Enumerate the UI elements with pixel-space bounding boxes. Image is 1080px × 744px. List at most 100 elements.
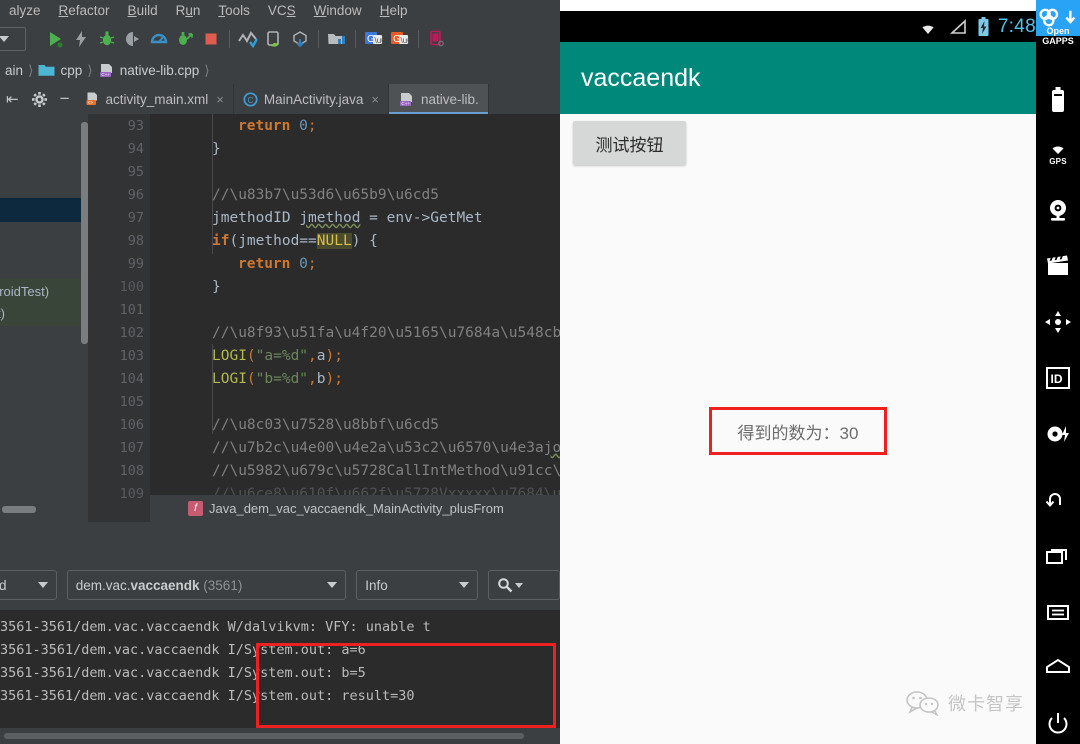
app-content-area[interactable]: 测试按钮 得到的数为：30 微卡智享 xyxy=(560,114,1036,744)
debug-button[interactable] xyxy=(94,26,120,52)
project-tree-scrollbar[interactable] xyxy=(81,122,88,344)
logcat-process-label: dem.vac.vaccaendk (3561) xyxy=(75,577,243,593)
menu-item-run[interactable]: Run xyxy=(167,0,210,22)
sync-gradle-button[interactable] xyxy=(235,26,261,52)
dpad-icon xyxy=(1045,311,1071,333)
rail-back-button[interactable] xyxy=(1036,478,1080,522)
profiler-button[interactable] xyxy=(146,26,172,52)
avd-manager-button[interactable] xyxy=(261,26,287,52)
line-number: 100 xyxy=(119,279,144,295)
tab-native-lib-cpp[interactable]: C++ native-lib. xyxy=(389,84,489,114)
rail-recents-button[interactable] xyxy=(1036,534,1080,578)
breadcrumb-item-cpp[interactable]: cpp xyxy=(33,56,87,84)
apply-changes-button[interactable] xyxy=(68,26,94,52)
rail-id-button[interactable]: ID xyxy=(1036,356,1080,400)
line-number: 103 xyxy=(119,348,144,364)
project-tree-item-androidtest[interactable]: droidTest) xyxy=(0,284,49,299)
java-class-icon: C xyxy=(243,91,258,107)
minimize-icon[interactable]: − xyxy=(60,90,70,107)
code-line-93: return 0; xyxy=(238,118,317,134)
chevron-down-icon-2 xyxy=(327,582,338,588)
rail-camera-button[interactable] xyxy=(1036,188,1080,232)
logcat-hscrollbar-thumb[interactable] xyxy=(4,733,524,739)
run-button[interactable] xyxy=(42,26,68,52)
wechat-icon xyxy=(906,691,939,716)
test-button[interactable]: 测试按钮 xyxy=(573,121,686,165)
project-tree-selected-row[interactable] xyxy=(0,198,88,222)
recents-icon xyxy=(1046,549,1067,564)
editor-breadcrumb-status[interactable]: f Java_dem_vac_vaccaendk_MainActivity_pl… xyxy=(150,495,560,522)
result-text: 得到的数为：30 xyxy=(737,423,859,443)
collapse-all-icon[interactable]: ⇤ xyxy=(6,90,19,108)
logcat-process-combo[interactable]: dem.vac.vaccaendk (3561) xyxy=(66,570,347,600)
breadcrumb-label: native-lib.cpp xyxy=(119,62,200,78)
rail-gps-button[interactable]: GPS xyxy=(1036,132,1080,176)
rail-record-button[interactable] xyxy=(1036,412,1080,456)
stop-button[interactable] xyxy=(198,26,224,52)
gear-icon[interactable] xyxy=(31,91,48,108)
instant-run-button[interactable] xyxy=(172,26,198,52)
project-structure-button[interactable] xyxy=(324,26,350,52)
code-line-102: //\u8f93\u51fa\u4f20\u5165\u7684a\u548cb… xyxy=(212,325,560,341)
close-icon[interactable]: × xyxy=(216,92,224,107)
logcat-toolbar: d dem.vac.vaccaendk (3561) Info xyxy=(0,560,560,610)
tool-window-buttons: ⇤ − xyxy=(0,84,76,114)
project-tree-item-test[interactable]: t) xyxy=(0,306,5,321)
menu-item-analyze[interactable]: alyze xyxy=(0,0,50,22)
line-number: 93 xyxy=(127,118,144,134)
breadcrumb-item-native-lib[interactable]: C++ native-lib.cpp xyxy=(93,56,205,84)
rail-menu-button[interactable] xyxy=(1036,590,1080,634)
code-text-area[interactable]: return 0; } //\u83b7\u53d6\u65b9\u6cd5 j… xyxy=(150,114,560,522)
opengapps-label: Open GAPPS xyxy=(1042,26,1074,46)
logcat-level-combo[interactable]: Info xyxy=(356,570,478,600)
code-line-104: LOGI("b=%d",b); xyxy=(212,371,343,387)
menu-item-window[interactable]: Window xyxy=(305,0,371,22)
close-icon[interactable]: × xyxy=(371,92,379,107)
google-translate-orange-button[interactable]: G\u6587 xyxy=(387,26,413,52)
rail-record-screen-button[interactable] xyxy=(1036,244,1080,288)
folder-icon xyxy=(38,65,55,76)
menu-item-refactor[interactable]: RRefactorefactor xyxy=(50,0,119,22)
android-emulator-screen[interactable]: 7:48 vaccaendk 测试按钮 得到的数为：30 微卡智享 xyxy=(560,0,1036,744)
menu-item-build[interactable]: Build xyxy=(119,0,167,22)
code-editor[interactable]: droidTest) t) 93 94 95 96 97 98 99 100 1… xyxy=(0,114,560,522)
editor-tabs: ⇤ − <> activity_main.xml × C MainActivit… xyxy=(0,84,560,114)
line-number: 95 xyxy=(127,164,144,180)
rail-battery-button[interactable] xyxy=(1036,78,1080,122)
attach-debugger-button[interactable] xyxy=(120,26,146,52)
rail-power-button[interactable] xyxy=(1036,702,1080,744)
logcat-highlight-box xyxy=(256,643,556,728)
rail-dpad-button[interactable] xyxy=(1036,300,1080,344)
breadcrumb-label: cpp xyxy=(60,62,83,78)
toolbar-separator xyxy=(229,30,230,48)
sdk-manager-button[interactable] xyxy=(287,26,313,52)
code-line-97: jmethodID jmethod = env->GetMet xyxy=(212,210,483,226)
logcat-device-combo[interactable]: d xyxy=(0,570,57,600)
breadcrumb-item-main[interactable]: ain xyxy=(0,56,28,84)
run-configuration-combo[interactable] xyxy=(0,27,26,51)
code-line-96: //\u83b7\u53d6\u65b9\u6cd5 xyxy=(212,187,439,203)
rail-home-button[interactable] xyxy=(1036,644,1080,688)
android-status-bar: 7:48 xyxy=(560,11,1036,42)
line-number-gutter: 93 94 95 96 97 98 99 100 101 102 103 104… xyxy=(88,114,150,522)
logcat-search-box[interactable] xyxy=(487,570,560,600)
line-number: 105 xyxy=(119,394,144,410)
back-icon xyxy=(1045,493,1061,508)
chevron-down-icon-4 xyxy=(514,582,523,588)
menu-item-tools[interactable]: Tools xyxy=(209,0,259,22)
project-tree-panel[interactable]: droidTest) t) xyxy=(0,114,88,522)
cpp-file-icon: C++ xyxy=(99,63,112,77)
tab-main-activity-java[interactable]: C MainActivity.java × xyxy=(234,84,390,114)
project-tree-hscrollbar[interactable] xyxy=(2,506,36,513)
menu-item-vcs[interactable]: VCS xyxy=(259,0,305,22)
code-line-94: } xyxy=(212,141,221,157)
download-arrow-icon[interactable] xyxy=(1064,8,1077,28)
device-manager-button[interactable] xyxy=(424,26,450,52)
google-translate-blue-button[interactable]: G\u6587 xyxy=(361,26,387,52)
tab-activity-main-xml[interactable]: <> activity_main.xml × xyxy=(76,84,234,114)
toolbar-separator-4 xyxy=(418,30,419,48)
line-number: 94 xyxy=(127,141,144,157)
camera-icon xyxy=(1050,200,1066,221)
menu-item-help[interactable]: Help xyxy=(371,0,417,22)
menu-icon xyxy=(1047,605,1069,620)
